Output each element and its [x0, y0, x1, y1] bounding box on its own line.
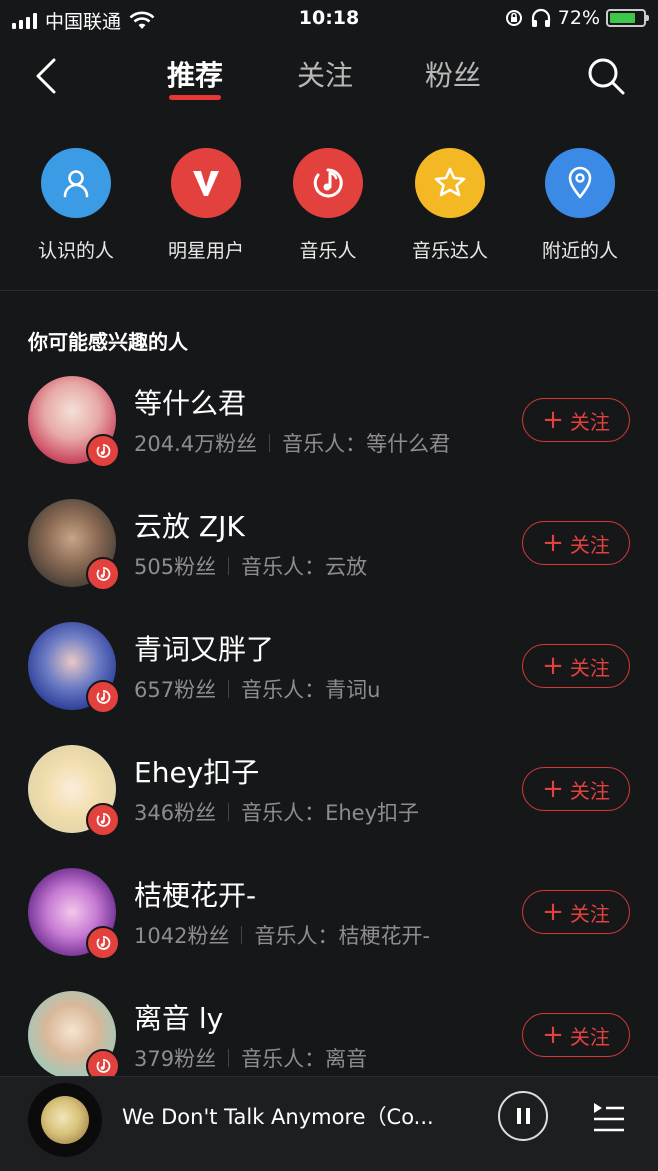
user-meta: 346粉丝 音乐人：Ehey扣子 — [134, 797, 419, 827]
battery-percent: 72% — [557, 7, 600, 29]
album-cover — [41, 1096, 89, 1144]
follow-label: 关注 — [569, 409, 610, 434]
list-item[interactable]: 桔梗花开- 1042粉丝 音乐人：桔梗花开- + 关注 — [0, 868, 658, 968]
user-meta: 657粉丝 音乐人：青词u — [134, 674, 380, 704]
user-role: 音乐人：等什么君 — [282, 432, 451, 456]
headphones-icon — [531, 8, 550, 27]
category-label: 明星用户 — [167, 240, 244, 262]
now-playing-title[interactable]: We Don't Talk Anymore（Co... — [122, 1101, 468, 1131]
rotation-lock-icon — [505, 10, 522, 26]
section-title: 你可能感兴趣的人 — [28, 330, 188, 354]
follow-label: 关注 — [569, 655, 610, 680]
tab-fans-label: 粉丝 — [425, 59, 482, 92]
active-tab-indicator — [169, 95, 222, 100]
search-icon[interactable] — [584, 54, 628, 98]
playlist-icon[interactable] — [588, 1097, 628, 1137]
follow-label: 关注 — [569, 778, 610, 803]
fans-count: 204.4万粉丝 — [134, 432, 258, 456]
category-musicians[interactable]: 音乐人 — [263, 148, 393, 263]
location-pin-icon — [545, 148, 615, 218]
list-item[interactable]: Ehey扣子 346粉丝 音乐人：Ehey扣子 + 关注 — [0, 745, 658, 845]
category-people-you-know[interactable]: 认识的人 — [11, 148, 141, 263]
follow-button[interactable]: + 关注 — [522, 1013, 630, 1057]
album-disc[interactable] — [28, 1083, 102, 1157]
follow-label: 关注 — [569, 532, 610, 557]
user-name: 桔梗花开- — [134, 879, 257, 912]
follow-button[interactable]: + 关注 — [522, 398, 630, 442]
fans-count: 1042粉丝 — [134, 924, 230, 948]
section-divider — [0, 290, 658, 291]
follow-label: 关注 — [569, 1024, 610, 1049]
top-nav: 推荐 关注 粉丝 — [0, 50, 658, 102]
music-note-icon — [293, 148, 363, 218]
plus-icon: + — [542, 897, 564, 927]
user-role: 音乐人：离音 — [241, 1047, 368, 1071]
tab-following-label: 关注 — [297, 59, 354, 92]
user-role: 音乐人：青词u — [241, 678, 381, 702]
musician-badge-icon — [86, 434, 120, 468]
tab-following[interactable]: 关注 — [297, 54, 353, 94]
user-meta: 204.4万粉丝 音乐人：等什么君 — [134, 428, 450, 458]
tab-fans[interactable]: 粉丝 — [425, 54, 481, 94]
user-role: 音乐人：桔梗花开- — [254, 924, 431, 948]
fans-count: 379粉丝 — [134, 1047, 217, 1071]
status-right: 72% — [504, 7, 649, 29]
back-arrow-icon[interactable] — [30, 54, 72, 98]
category-music-experts[interactable]: 音乐达人 — [385, 148, 515, 263]
status-bar: 中国联通 10:18 72% — [0, 0, 658, 36]
person-icon — [41, 148, 111, 218]
user-name: 青词又胖了 — [134, 633, 275, 666]
plus-icon: + — [542, 528, 564, 558]
battery-icon — [606, 9, 649, 27]
plus-icon: + — [542, 1020, 564, 1050]
list-item[interactable]: 等什么君 204.4万粉丝 音乐人：等什么君 + 关注 — [0, 376, 658, 476]
user-name: Ehey扣子 — [134, 756, 260, 789]
follow-button[interactable]: + 关注 — [522, 521, 630, 565]
category-label: 附近的人 — [541, 240, 618, 262]
category-label: 认识的人 — [37, 240, 114, 262]
mini-player[interactable]: We Don't Talk Anymore（Co... — [0, 1076, 658, 1171]
category-row: 认识的人 明星用户 音乐人 音乐达人 附近的人 — [0, 148, 658, 268]
category-label: 音乐达人 — [411, 240, 488, 262]
musician-badge-icon — [86, 926, 120, 960]
plus-icon: + — [542, 405, 564, 435]
user-meta: 505粉丝 音乐人：云放 — [134, 551, 367, 581]
plus-icon: + — [542, 774, 564, 804]
user-name: 云放 ZJK — [134, 510, 245, 543]
category-label: 音乐人 — [299, 240, 357, 262]
follow-label: 关注 — [569, 901, 610, 926]
fans-count: 346粉丝 — [134, 801, 217, 825]
list-item[interactable]: 云放 ZJK 505粉丝 音乐人：云放 + 关注 — [0, 499, 658, 599]
musician-badge-icon — [86, 680, 120, 714]
list-item[interactable]: 青词又胖了 657粉丝 音乐人：青词u + 关注 — [0, 622, 658, 722]
user-role: 音乐人：云放 — [241, 555, 368, 579]
tab-recommend[interactable]: 推荐 — [167, 54, 224, 100]
fans-count: 657粉丝 — [134, 678, 217, 702]
user-meta: 379粉丝 音乐人：离音 — [134, 1043, 367, 1073]
user-meta: 1042粉丝 音乐人：桔梗花开- — [134, 920, 430, 950]
musician-badge-icon — [86, 557, 120, 591]
musician-badge-icon — [86, 803, 120, 837]
plus-icon: + — [542, 651, 564, 681]
pause-icon — [516, 1108, 521, 1124]
user-name: 等什么君 — [134, 387, 247, 420]
star-icon — [415, 148, 485, 218]
v-icon — [171, 148, 241, 218]
user-role: 音乐人：Ehey扣子 — [241, 801, 420, 825]
follow-button[interactable]: + 关注 — [522, 890, 630, 934]
user-name: 离音 ly — [134, 1002, 224, 1035]
follow-button[interactable]: + 关注 — [522, 767, 630, 811]
tab-recommend-label: 推荐 — [167, 59, 224, 92]
category-star-users[interactable]: 明星用户 — [141, 148, 271, 263]
pause-button[interactable] — [498, 1091, 548, 1141]
follow-button[interactable]: + 关注 — [522, 644, 630, 688]
fans-count: 505粉丝 — [134, 555, 217, 579]
category-nearby[interactable]: 附近的人 — [515, 148, 645, 263]
